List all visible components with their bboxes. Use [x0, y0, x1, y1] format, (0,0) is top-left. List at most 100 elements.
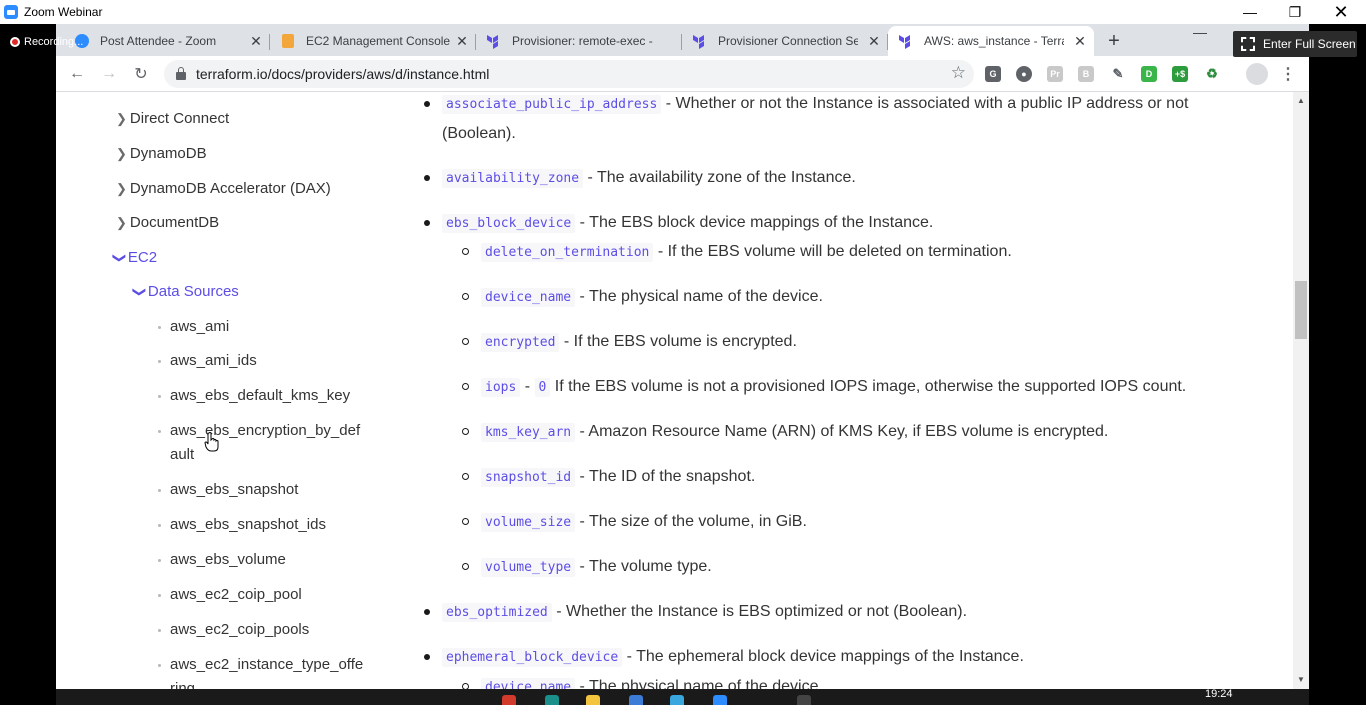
link-text: aws_ebs_snapshot: [170, 481, 299, 498]
tab-aws-instance[interactable]: AWS: aws_instance - Terrafo ✕: [888, 26, 1094, 56]
sidebar-link-aws-ec2-instance-type-offering[interactable]: aws_ec2_instance_type_offe ring: [157, 653, 363, 689]
attribute-description: - Amazon Resource Name (ARN) of KMS Key,…: [575, 423, 1109, 440]
extension-b-icon[interactable]: B: [1078, 66, 1094, 82]
sidebar-item-documentdb[interactable]: ❯ DocumentDB: [116, 214, 219, 231]
sidebar-item-label: DynamoDB Accelerator (DAX): [129, 180, 331, 197]
sidebar-link-aws-ebs-default-kms-key[interactable]: aws_ebs_default_kms_key: [157, 384, 350, 408]
close-tab-icon[interactable]: ✕: [248, 33, 264, 49]
minimize-icon[interactable]: —: [1227, 0, 1273, 24]
attribute-name: device_name: [481, 678, 576, 689]
browser-minimize-icon[interactable]: —: [1190, 24, 1210, 40]
extension-dollar-icon[interactable]: +$: [1172, 66, 1188, 82]
attribute-value: 0: [534, 378, 551, 397]
attribute-description: - The size of the volume, in GiB.: [575, 513, 807, 530]
attribute-name: encrypted: [481, 333, 560, 352]
tab-provisioner-connection[interactable]: Provisioner Connection Set ✕: [682, 26, 888, 56]
chevron-right-icon: ❯: [116, 215, 127, 230]
sidebar-link-aws-ec2-coip-pools[interactable]: aws_ec2_coip_pools: [157, 618, 309, 642]
zoom-left-margin: [0, 24, 56, 705]
sidebar-link-aws-ebs-snapshot-ids[interactable]: aws_ebs_snapshot_ids: [158, 513, 326, 537]
new-tab-icon[interactable]: +: [1102, 29, 1126, 53]
sidebar-link-aws-ec2-coip-pool[interactable]: aws_ec2_coip_pool: [158, 583, 302, 607]
extension-d-icon[interactable]: D: [1141, 66, 1157, 82]
sidebar-item-dax[interactable]: ❯ DynamoDB Accelerator (DAX): [116, 180, 331, 197]
chevron-right-icon: ❯: [116, 111, 127, 126]
browser-menu-icon[interactable]: ⋮: [1280, 64, 1296, 84]
bullet-icon: [424, 654, 430, 660]
sidebar-item-dynamodb[interactable]: ❯ DynamoDB: [116, 145, 207, 162]
attribute-description: - Whether or not the Instance is associa…: [661, 95, 1189, 112]
extension-g-icon[interactable]: G: [985, 66, 1001, 82]
attribute-item: availability_zone - The availability zon…: [424, 163, 856, 193]
bullet-icon: [462, 428, 469, 435]
attribute-item: ephemeral_block_device - The ephemeral b…: [424, 642, 1024, 672]
close-tab-icon[interactable]: ✕: [454, 33, 470, 49]
scroll-up-arrow-icon[interactable]: ▲: [1297, 96, 1305, 105]
reload-icon[interactable]: ↻: [129, 62, 153, 86]
enter-full-screen-button[interactable]: Enter Full Screen: [1233, 31, 1357, 57]
close-tab-icon[interactable]: ✕: [866, 33, 882, 49]
fullscreen-icon: [1241, 37, 1255, 51]
windows-taskbar: 19:24: [56, 689, 1309, 705]
zoom-title-bar: Zoom Webinar — ❐ ✕: [0, 0, 1366, 24]
scroll-down-arrow-icon[interactable]: ▼: [1297, 675, 1305, 684]
sidebar-item-ec2[interactable]: ❯EC2: [112, 249, 157, 266]
aws-icon: [280, 33, 296, 49]
attribute-description-cont: (Boolean).: [442, 125, 516, 142]
sidebar-link-aws-ebs-encryption[interactable]: aws_ebs_encryption_by_def ault: [157, 419, 360, 467]
attribute-item: ebs_block_device - The EBS block device …: [424, 208, 933, 238]
page-scrollbar[interactable]: ▲ ▼: [1293, 92, 1309, 689]
back-icon[interactable]: ←: [65, 62, 89, 86]
scrollbar-thumb[interactable]: [1295, 281, 1307, 339]
attribute-name: snapshot_id: [481, 468, 576, 487]
attribute-name: volume_size: [481, 513, 576, 532]
tab-provisioner-remote-exec[interactable]: Provisioner: remote-exec -: [476, 26, 682, 56]
bookmark-star-icon[interactable]: ☆: [951, 63, 966, 83]
bullet-icon: [462, 248, 469, 255]
fullscreen-label: Enter Full Screen: [1263, 37, 1356, 51]
close-icon[interactable]: ✕: [1318, 0, 1364, 24]
tab-title: Post Attendee - Zoom: [100, 34, 217, 48]
sidebar-item-label: DocumentDB: [129, 214, 220, 231]
address-bar[interactable]: terraform.io/docs/providers/aws/d/instan…: [164, 60, 974, 88]
taskbar-folder-icon[interactable]: [586, 695, 600, 705]
attribute-description: - If the EBS volume is encrypted.: [559, 333, 797, 350]
attribute-name: associate_public_ip_address: [442, 95, 662, 114]
extension-pr-icon[interactable]: Pr: [1047, 66, 1063, 82]
sidebar-link-aws-ebs-volume[interactable]: aws_ebs_volume: [158, 548, 286, 572]
profile-avatar-icon[interactable]: [1246, 63, 1268, 85]
zoom-window-title: Zoom Webinar: [24, 5, 103, 19]
sidebar-link-aws-ami[interactable]: aws_ami: [157, 315, 229, 339]
restore-icon[interactable]: ❐: [1272, 0, 1318, 24]
taskbar-app-icon[interactable]: [502, 695, 516, 705]
tab-title: Provisioner: remote-exec -: [512, 34, 653, 48]
browser-toolbar: ← → ↻ terraform.io/docs/providers/aws/d/…: [56, 56, 1309, 92]
link-text: aws_ami_ids: [170, 352, 257, 369]
taskbar-app-icon[interactable]: [629, 695, 643, 705]
sidebar-item-data-sources[interactable]: ❯Data Sources: [132, 283, 238, 300]
bullet-icon: [462, 518, 469, 525]
attribute-name: ebs_optimized: [442, 603, 552, 622]
nested-attribute-item: device_name - The physical name of the d…: [462, 672, 823, 689]
attribute-description: -: [520, 378, 535, 395]
bullet-icon: [424, 220, 430, 226]
sidebar-item-label: Direct Connect: [129, 110, 230, 127]
taskbar-app-icon[interactable]: [545, 695, 559, 705]
sidebar-link-aws-ebs-snapshot[interactable]: aws_ebs_snapshot: [157, 478, 299, 502]
extension-edit-icon[interactable]: ✎: [1110, 66, 1126, 82]
close-tab-icon[interactable]: ✕: [1072, 33, 1088, 49]
taskbar-zoom-icon[interactable]: [713, 695, 727, 705]
tab-ec2-console[interactable]: EC2 Management Console ✕: [270, 26, 476, 56]
sidebar-item-direct-connect[interactable]: ❯ Direct Connect: [116, 110, 229, 127]
tab-post-attendee[interactable]: Post Attendee - Zoom ✕: [64, 26, 270, 56]
attribute-description: If the EBS volume is not a provisioned I…: [550, 378, 1187, 395]
attribute-description: - Whether the Instance is EBS optimized …: [551, 603, 968, 620]
sidebar-link-aws-ami-ids[interactable]: aws_ami_ids: [158, 349, 257, 373]
chevron-right-icon: ❯: [116, 146, 127, 161]
extension-recycle-icon[interactable]: ♻: [1204, 66, 1220, 82]
recording-indicator[interactable]: Recording...: [10, 36, 83, 48]
taskbar-app-icon[interactable]: [670, 695, 684, 705]
taskbar-terminal-icon[interactable]: [797, 695, 811, 705]
extension-circle-icon[interactable]: ●: [1016, 66, 1032, 82]
forward-icon[interactable]: →: [97, 62, 121, 86]
